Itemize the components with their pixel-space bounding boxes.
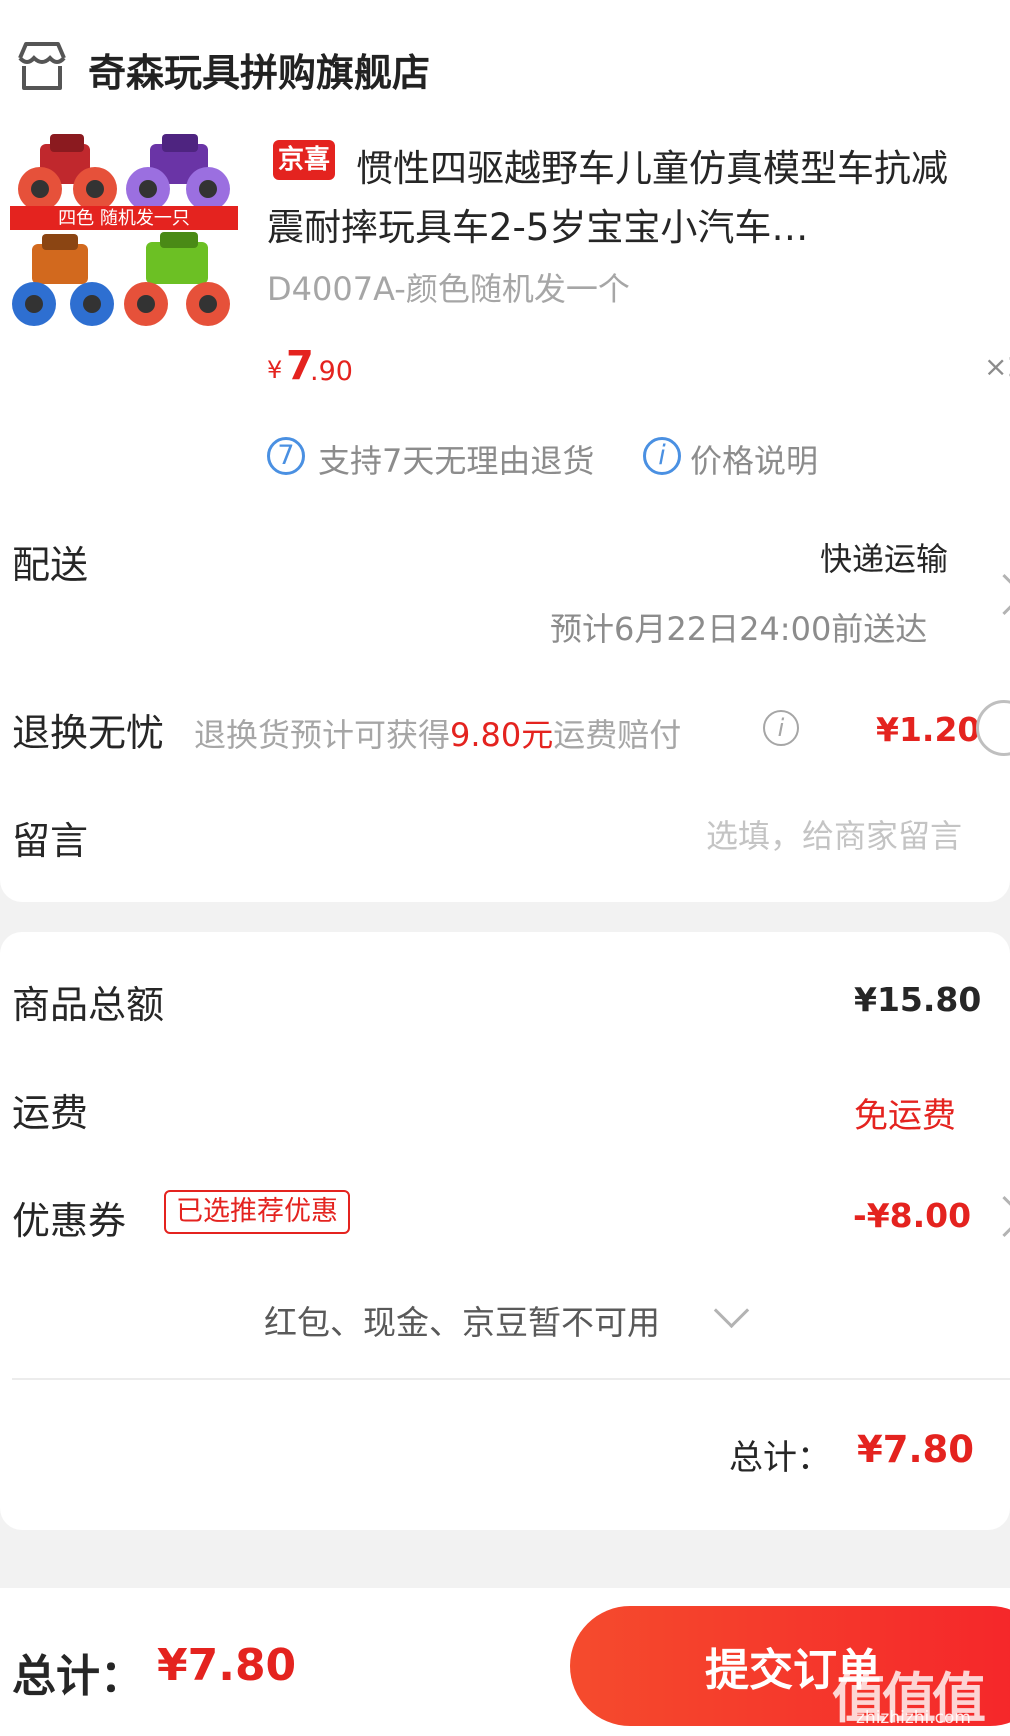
coupon-value[interactable]: -¥8.00 (853, 1196, 971, 1235)
product-spec: D4007A-颜色随机发一个 (267, 270, 630, 308)
summary-total-value: ¥7.80 (857, 1428, 975, 1471)
shop-name[interactable]: 奇森玩具拼购旗舰店 (88, 42, 430, 97)
return-insurance-desc: 退换货预计可获得9.80元运费赔付 (194, 710, 681, 756)
product-image-caption: 四色 随机发一只 (58, 208, 190, 229)
coupon-label: 优惠券 (12, 1199, 127, 1243)
store-icon (14, 38, 70, 94)
price-decimal: .90 (310, 356, 353, 387)
product-title-line1[interactable]: 惯性四驱越野车儿童仿真模型车抗减 (356, 138, 948, 192)
order-card: 奇森玩具拼购旗舰店 四色 随机发一只 京喜 惯性四驱越野车儿童仿真模型车抗减 震… (0, 0, 1010, 902)
delivery-method[interactable]: 快递运输 (820, 534, 948, 580)
jingxi-badge: 京喜 (273, 140, 335, 180)
delivery-estimate[interactable]: 预计6月22日24:00前送达 (550, 604, 927, 650)
delivery-label: 配送 (12, 543, 89, 587)
message-input[interactable] (570, 812, 962, 860)
bottom-total-value: ¥7.80 (157, 1640, 297, 1691)
info-icon[interactable]: i (643, 437, 681, 475)
coupon-tag: 已选推荐优惠 (164, 1190, 350, 1234)
return-insurance-amount: 9.80元 (450, 716, 554, 754)
divider (12, 1378, 1010, 1380)
product-title-line2[interactable]: 震耐摔玩具车2-5岁宝宝小汽车… (267, 197, 808, 251)
bottom-total-label: 总计： (12, 1651, 144, 1702)
message-label: 留言 (12, 819, 89, 863)
return-insurance-desc-prefix: 退换货预计可获得 (194, 716, 451, 754)
watermark-url: zhizhizhi.com (856, 1708, 971, 1728)
return-insurance-toggle[interactable] (976, 700, 1010, 756)
price-explain-link[interactable]: 价格说明 (690, 436, 818, 482)
return-insurance-desc-suffix: 运费赔付 (553, 716, 682, 754)
seven-day-return-label[interactable]: 支持7天无理由退货 (318, 436, 594, 482)
return-insurance-price: ¥1.20 (876, 710, 981, 749)
return-insurance-label: 退换无忧 (12, 711, 165, 755)
product-quantity: ×2 (984, 350, 1010, 383)
info-icon[interactable]: i (763, 710, 799, 746)
shipping-label: 运费 (12, 1091, 89, 1135)
shipping-value: 免运费 (854, 1096, 956, 1136)
seven-day-return-icon: 7 (267, 437, 305, 475)
goods-total-label: 商品总额 (12, 983, 165, 1027)
unavailable-payments[interactable]: 红包、现金、京豆暂不可用 (264, 1296, 660, 1344)
goods-total-value: ¥15.80 (854, 980, 982, 1019)
chevron-right-icon[interactable] (983, 573, 1010, 616)
price-symbol: ¥ (267, 356, 283, 384)
summary-total-label: 总计： (729, 1438, 831, 1478)
product-image[interactable]: 四色 随机发一只 (10, 134, 238, 354)
